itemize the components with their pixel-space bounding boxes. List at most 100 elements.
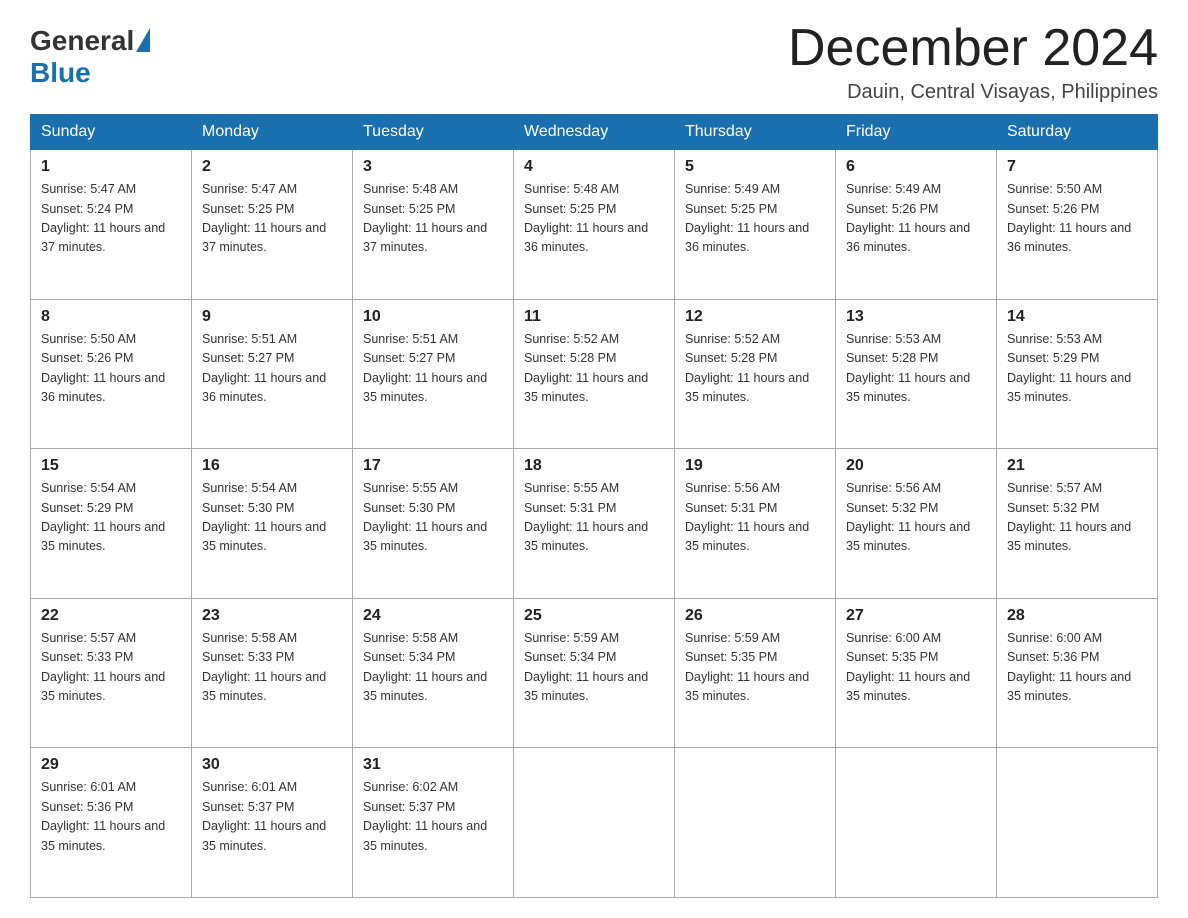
calendar-cell: 26 Sunrise: 5:59 AMSunset: 5:35 PMDaylig…	[675, 598, 836, 748]
calendar-cell	[997, 748, 1158, 898]
day-number: 18	[524, 457, 664, 475]
calendar-cell: 3 Sunrise: 5:48 AMSunset: 5:25 PMDayligh…	[353, 150, 514, 300]
day-number: 12	[685, 308, 825, 326]
day-info: Sunrise: 5:49 AMSunset: 5:25 PMDaylight:…	[685, 180, 825, 258]
day-number: 5	[685, 158, 825, 176]
day-number: 30	[202, 756, 342, 774]
day-info: Sunrise: 5:52 AMSunset: 5:28 PMDaylight:…	[685, 330, 825, 408]
calendar-cell: 4 Sunrise: 5:48 AMSunset: 5:25 PMDayligh…	[514, 150, 675, 300]
day-info: Sunrise: 5:51 AMSunset: 5:27 PMDaylight:…	[202, 330, 342, 408]
col-monday: Monday	[192, 115, 353, 150]
day-number: 16	[202, 457, 342, 475]
calendar-cell	[675, 748, 836, 898]
col-thursday: Thursday	[675, 115, 836, 150]
calendar-cell	[514, 748, 675, 898]
day-info: Sunrise: 5:48 AMSunset: 5:25 PMDaylight:…	[363, 180, 503, 258]
col-saturday: Saturday	[997, 115, 1158, 150]
day-number: 27	[846, 607, 986, 625]
title-section: December 2024 Dauin, Central Visayas, Ph…	[788, 20, 1158, 104]
day-number: 17	[363, 457, 503, 475]
day-info: Sunrise: 5:50 AMSunset: 5:26 PMDaylight:…	[41, 330, 181, 408]
col-tuesday: Tuesday	[353, 115, 514, 150]
col-wednesday: Wednesday	[514, 115, 675, 150]
day-info: Sunrise: 5:48 AMSunset: 5:25 PMDaylight:…	[524, 180, 664, 258]
day-number: 3	[363, 158, 503, 176]
calendar-cell: 7 Sunrise: 5:50 AMSunset: 5:26 PMDayligh…	[997, 150, 1158, 300]
calendar-cell: 15 Sunrise: 5:54 AMSunset: 5:29 PMDaylig…	[31, 449, 192, 599]
day-number: 6	[846, 158, 986, 176]
day-info: Sunrise: 5:53 AMSunset: 5:28 PMDaylight:…	[846, 330, 986, 408]
calendar-cell: 27 Sunrise: 6:00 AMSunset: 5:35 PMDaylig…	[836, 598, 997, 748]
day-number: 28	[1007, 607, 1147, 625]
day-number: 4	[524, 158, 664, 176]
calendar-cell: 18 Sunrise: 5:55 AMSunset: 5:31 PMDaylig…	[514, 449, 675, 599]
day-number: 15	[41, 457, 181, 475]
calendar-cell: 1 Sunrise: 5:47 AMSunset: 5:24 PMDayligh…	[31, 150, 192, 300]
day-info: Sunrise: 5:59 AMSunset: 5:34 PMDaylight:…	[524, 629, 664, 707]
day-number: 26	[685, 607, 825, 625]
day-number: 21	[1007, 457, 1147, 475]
day-info: Sunrise: 6:02 AMSunset: 5:37 PMDaylight:…	[363, 778, 503, 856]
day-number: 8	[41, 308, 181, 326]
day-info: Sunrise: 5:58 AMSunset: 5:33 PMDaylight:…	[202, 629, 342, 707]
calendar-cell: 14 Sunrise: 5:53 AMSunset: 5:29 PMDaylig…	[997, 299, 1158, 449]
day-info: Sunrise: 5:51 AMSunset: 5:27 PMDaylight:…	[363, 330, 503, 408]
day-info: Sunrise: 5:54 AMSunset: 5:30 PMDaylight:…	[202, 479, 342, 557]
col-sunday: Sunday	[31, 115, 192, 150]
day-number: 7	[1007, 158, 1147, 176]
day-info: Sunrise: 5:55 AMSunset: 5:31 PMDaylight:…	[524, 479, 664, 557]
day-info: Sunrise: 6:00 AMSunset: 5:36 PMDaylight:…	[1007, 629, 1147, 707]
day-info: Sunrise: 5:56 AMSunset: 5:31 PMDaylight:…	[685, 479, 825, 557]
calendar-cell: 23 Sunrise: 5:58 AMSunset: 5:33 PMDaylig…	[192, 598, 353, 748]
calendar-cell: 31 Sunrise: 6:02 AMSunset: 5:37 PMDaylig…	[353, 748, 514, 898]
day-number: 10	[363, 308, 503, 326]
calendar-cell: 5 Sunrise: 5:49 AMSunset: 5:25 PMDayligh…	[675, 150, 836, 300]
day-info: Sunrise: 6:00 AMSunset: 5:35 PMDaylight:…	[846, 629, 986, 707]
day-info: Sunrise: 6:01 AMSunset: 5:37 PMDaylight:…	[202, 778, 342, 856]
day-info: Sunrise: 5:54 AMSunset: 5:29 PMDaylight:…	[41, 479, 181, 557]
week-row-2: 8 Sunrise: 5:50 AMSunset: 5:26 PMDayligh…	[31, 299, 1158, 449]
day-info: Sunrise: 5:58 AMSunset: 5:34 PMDaylight:…	[363, 629, 503, 707]
logo: General Blue	[30, 25, 150, 89]
calendar-cell: 30 Sunrise: 6:01 AMSunset: 5:37 PMDaylig…	[192, 748, 353, 898]
day-number: 24	[363, 607, 503, 625]
calendar-cell: 2 Sunrise: 5:47 AMSunset: 5:25 PMDayligh…	[192, 150, 353, 300]
day-number: 25	[524, 607, 664, 625]
day-number: 1	[41, 158, 181, 176]
day-info: Sunrise: 5:52 AMSunset: 5:28 PMDaylight:…	[524, 330, 664, 408]
day-info: Sunrise: 5:49 AMSunset: 5:26 PMDaylight:…	[846, 180, 986, 258]
day-info: Sunrise: 5:56 AMSunset: 5:32 PMDaylight:…	[846, 479, 986, 557]
calendar-cell: 25 Sunrise: 5:59 AMSunset: 5:34 PMDaylig…	[514, 598, 675, 748]
day-number: 22	[41, 607, 181, 625]
day-number: 11	[524, 308, 664, 326]
day-info: Sunrise: 5:47 AMSunset: 5:25 PMDaylight:…	[202, 180, 342, 258]
calendar-table: Sunday Monday Tuesday Wednesday Thursday…	[30, 114, 1158, 898]
day-info: Sunrise: 5:50 AMSunset: 5:26 PMDaylight:…	[1007, 180, 1147, 258]
calendar-cell: 28 Sunrise: 6:00 AMSunset: 5:36 PMDaylig…	[997, 598, 1158, 748]
logo-blue-text: Blue	[30, 57, 91, 89]
week-row-5: 29 Sunrise: 6:01 AMSunset: 5:36 PMDaylig…	[31, 748, 1158, 898]
calendar-cell: 20 Sunrise: 5:56 AMSunset: 5:32 PMDaylig…	[836, 449, 997, 599]
day-number: 23	[202, 607, 342, 625]
day-number: 20	[846, 457, 986, 475]
calendar-cell	[836, 748, 997, 898]
logo-general-text: General	[30, 25, 134, 57]
day-info: Sunrise: 5:55 AMSunset: 5:30 PMDaylight:…	[363, 479, 503, 557]
calendar-cell: 13 Sunrise: 5:53 AMSunset: 5:28 PMDaylig…	[836, 299, 997, 449]
week-row-3: 15 Sunrise: 5:54 AMSunset: 5:29 PMDaylig…	[31, 449, 1158, 599]
calendar-cell: 17 Sunrise: 5:55 AMSunset: 5:30 PMDaylig…	[353, 449, 514, 599]
month-title: December 2024	[788, 20, 1158, 77]
day-info: Sunrise: 5:59 AMSunset: 5:35 PMDaylight:…	[685, 629, 825, 707]
page: General Blue December 2024 Dauin, Centra…	[0, 0, 1188, 918]
calendar-cell: 29 Sunrise: 6:01 AMSunset: 5:36 PMDaylig…	[31, 748, 192, 898]
header: General Blue December 2024 Dauin, Centra…	[30, 20, 1158, 104]
col-friday: Friday	[836, 115, 997, 150]
week-row-1: 1 Sunrise: 5:47 AMSunset: 5:24 PMDayligh…	[31, 150, 1158, 300]
day-number: 13	[846, 308, 986, 326]
calendar-cell: 24 Sunrise: 5:58 AMSunset: 5:34 PMDaylig…	[353, 598, 514, 748]
day-info: Sunrise: 5:57 AMSunset: 5:33 PMDaylight:…	[41, 629, 181, 707]
day-number: 31	[363, 756, 503, 774]
day-number: 2	[202, 158, 342, 176]
calendar-cell: 6 Sunrise: 5:49 AMSunset: 5:26 PMDayligh…	[836, 150, 997, 300]
calendar-cell: 10 Sunrise: 5:51 AMSunset: 5:27 PMDaylig…	[353, 299, 514, 449]
